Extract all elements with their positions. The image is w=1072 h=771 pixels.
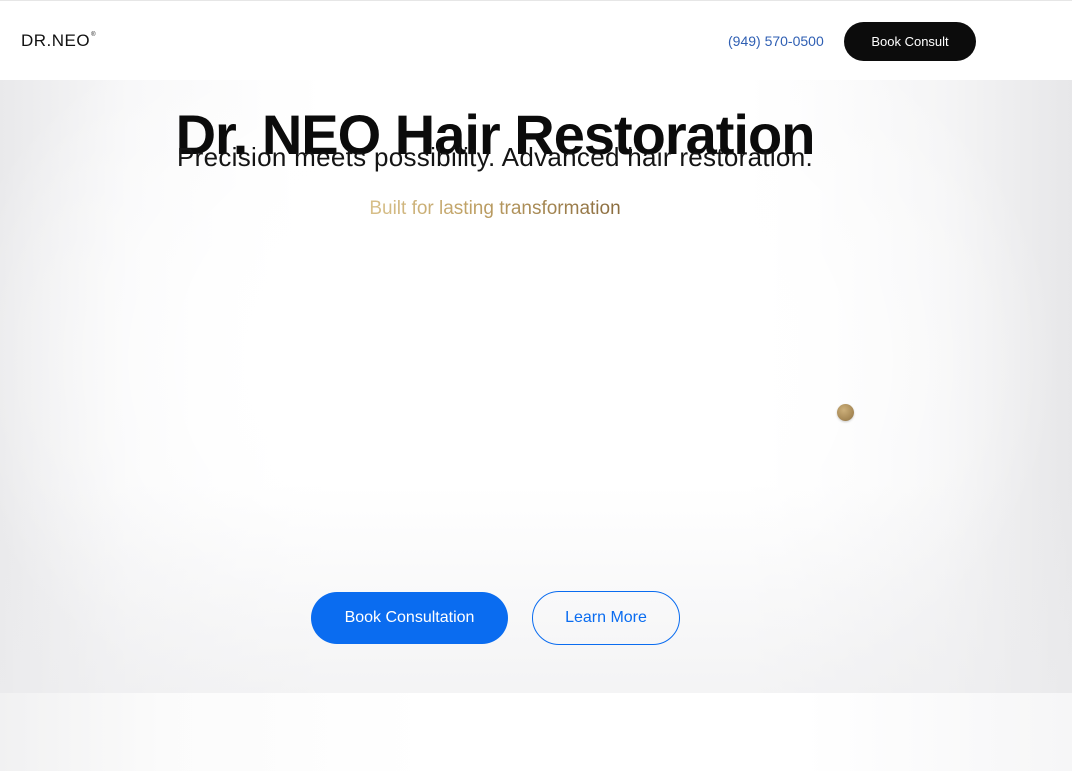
book-consultation-button[interactable]: Book Consultation — [311, 592, 508, 644]
logo[interactable]: DR.NEO ® — [21, 32, 96, 50]
logo-registered-mark: ® — [91, 32, 97, 38]
page: DR.NEO ® (949) 570-0500 Book Consult Dr. … — [0, 0, 1072, 771]
phone-link[interactable]: (949) 570-0500 — [728, 33, 824, 49]
book-consult-button[interactable]: Book Consult — [844, 22, 976, 61]
hero-tagline: Built for lasting transformation — [0, 196, 990, 222]
hero-subtitle: Precision meets possibility. Advanced ha… — [177, 142, 813, 172]
logo-text: DR.NEO — [21, 31, 91, 50]
site-header: DR.NEO ® (949) 570-0500 Book Consult — [0, 0, 1072, 80]
gold-dot-icon — [837, 404, 854, 421]
learn-more-button[interactable]: Learn More — [532, 591, 680, 645]
next-section — [0, 693, 1072, 771]
hero-tagline-text: Built for lasting transformation — [369, 198, 621, 219]
